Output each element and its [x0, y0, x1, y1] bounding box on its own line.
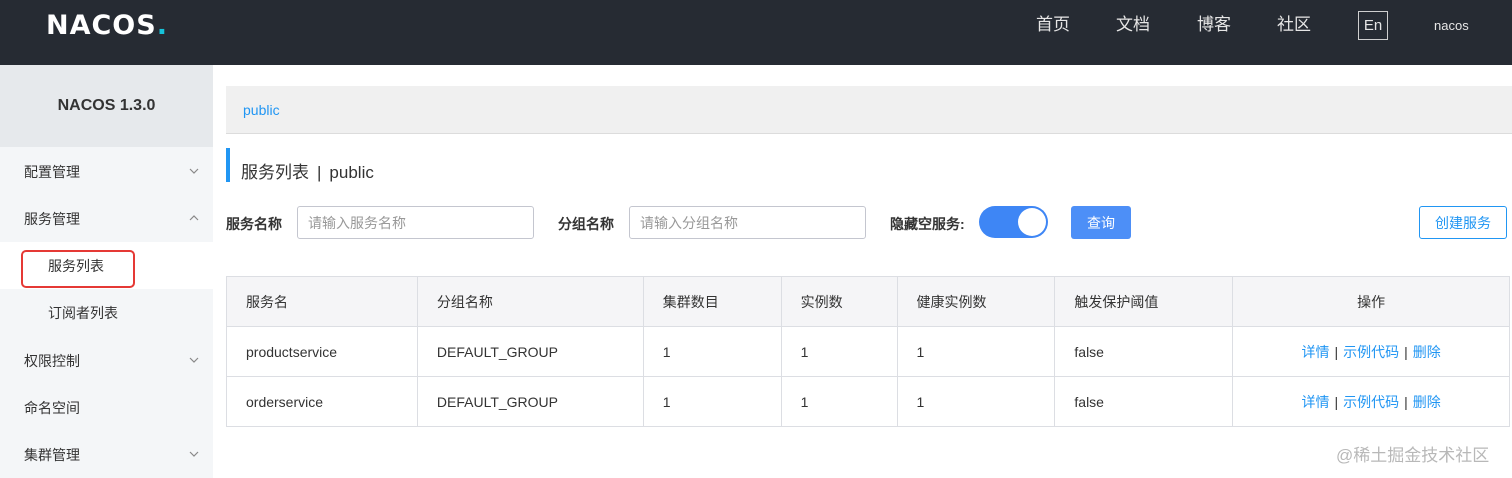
table-row: orderservice DEFAULT_GROUP 1 1 1 false 详… — [226, 376, 1510, 427]
page-title-namespace: public — [329, 163, 374, 182]
sidebar-item-cluster-management[interactable]: 集群管理 — [0, 431, 213, 478]
header-service-name: 服务名 — [226, 276, 418, 327]
page-title-text: 服务列表 — [241, 163, 309, 182]
nav-home[interactable]: 首页 — [1036, 14, 1070, 36]
sidebar-item-label: 服务管理 — [24, 210, 80, 227]
chevron-down-icon — [189, 451, 199, 457]
hide-empty-label: 隐藏空服务: — [890, 216, 965, 232]
query-button[interactable]: 查询 — [1071, 206, 1131, 239]
sidebar-item-access-control[interactable]: 权限控制 — [0, 337, 213, 384]
title-accent-bar — [226, 148, 230, 182]
cell-protect-threshold: false — [1054, 376, 1234, 427]
delete-link[interactable]: 删除 — [1413, 394, 1441, 410]
sidebar-item-service-management[interactable]: 服务管理 — [0, 195, 213, 242]
sidebar-item-label: 命名空间 — [24, 399, 80, 416]
sidebar: NACOS 1.3.0 配置管理 服务管理 服务列表 订阅者列表 权限控制 命名… — [0, 65, 213, 478]
service-table: 服务名 分组名称 集群数目 实例数 健康实例数 触发保护阈值 操作 produc… — [226, 276, 1510, 427]
cell-healthy-count: 1 — [896, 326, 1056, 377]
watermark: @稀土掘金技术社区 — [1336, 446, 1490, 465]
cell-operations: 详情 | 示例代码 | 删除 — [1232, 326, 1510, 377]
create-service-button[interactable]: 创建服务 — [1419, 206, 1507, 239]
header-protect-threshold: 触发保护阈值 — [1054, 276, 1234, 327]
sidebar-item-label: 权限控制 — [24, 352, 80, 369]
sidebar-item-namespace[interactable]: 命名空间 — [0, 384, 213, 431]
sidebar-item-subscriber-list[interactable]: 订阅者列表 — [0, 289, 213, 336]
sample-code-link[interactable]: 示例代码 — [1343, 344, 1399, 360]
logo-dot: . — [156, 9, 168, 41]
cell-operations: 详情 | 示例代码 | 删除 — [1232, 376, 1510, 427]
sample-code-link[interactable]: 示例代码 — [1343, 394, 1399, 410]
sidebar-item-config-management[interactable]: 配置管理 — [0, 148, 213, 195]
cell-group-name: DEFAULT_GROUP — [416, 376, 644, 427]
action-separator: | — [1404, 393, 1408, 410]
header-cluster-count: 集群数目 — [642, 276, 782, 327]
sidebar-item-label: 订阅者列表 — [48, 304, 118, 321]
header-group-name: 分组名称 — [416, 276, 644, 327]
nav-community[interactable]: 社区 — [1277, 14, 1311, 36]
cell-group-name: DEFAULT_GROUP — [416, 326, 644, 377]
header-operations: 操作 — [1232, 276, 1510, 327]
group-name-label: 分组名称 — [558, 216, 614, 232]
chevron-up-icon — [189, 215, 199, 221]
toggle-knob — [1018, 208, 1046, 236]
namespace-bar: public — [226, 86, 1512, 134]
title-separator: | — [317, 163, 322, 182]
top-navbar: NACOS. 首页 文档 博客 社区 En nacos — [0, 0, 1512, 65]
delete-link[interactable]: 删除 — [1413, 344, 1441, 360]
chevron-down-icon — [189, 357, 199, 363]
logo-text: NACOS — [46, 9, 157, 41]
table-header-row: 服务名 分组名称 集群数目 实例数 健康实例数 触发保护阈值 操作 — [226, 276, 1510, 327]
group-name-input[interactable] — [629, 206, 866, 239]
details-link[interactable]: 详情 — [1301, 394, 1329, 410]
service-name-input[interactable] — [297, 206, 534, 239]
details-link[interactable]: 详情 — [1301, 344, 1329, 360]
action-separator: | — [1334, 393, 1339, 410]
language-switch[interactable]: En — [1358, 11, 1388, 40]
cell-instance-count: 1 — [780, 376, 898, 427]
service-name-label: 服务名称 — [226, 216, 282, 232]
chevron-down-icon — [189, 168, 199, 174]
sidebar-title: NACOS 1.3.0 — [0, 65, 213, 147]
sidebar-item-label: 集群管理 — [24, 446, 80, 463]
header-instance-count: 实例数 — [780, 276, 898, 327]
nacos-logo[interactable]: NACOS. — [46, 9, 168, 41]
namespace-link-public[interactable]: public — [243, 102, 280, 118]
page-title: 服务列表 | public — [241, 158, 374, 183]
cell-healthy-count: 1 — [896, 376, 1056, 427]
cell-protect-threshold: false — [1054, 326, 1234, 377]
table-row: productservice DEFAULT_GROUP 1 1 1 false… — [226, 326, 1510, 377]
cell-service-name: orderservice — [226, 376, 418, 427]
sidebar-item-label: 配置管理 — [24, 163, 80, 180]
action-separator: | — [1404, 343, 1408, 360]
cell-instance-count: 1 — [780, 326, 898, 377]
nav-docs[interactable]: 文档 — [1116, 14, 1150, 36]
cell-service-name: productservice — [226, 326, 418, 377]
cell-cluster-count: 1 — [642, 326, 782, 377]
highlight-annotation — [21, 250, 135, 288]
user-name[interactable]: nacos — [1434, 18, 1469, 33]
cell-cluster-count: 1 — [642, 376, 782, 427]
action-separator: | — [1334, 343, 1339, 360]
hide-empty-toggle[interactable] — [979, 206, 1048, 238]
nav-blog[interactable]: 博客 — [1197, 14, 1231, 36]
header-healthy-instance-count: 健康实例数 — [896, 276, 1056, 327]
